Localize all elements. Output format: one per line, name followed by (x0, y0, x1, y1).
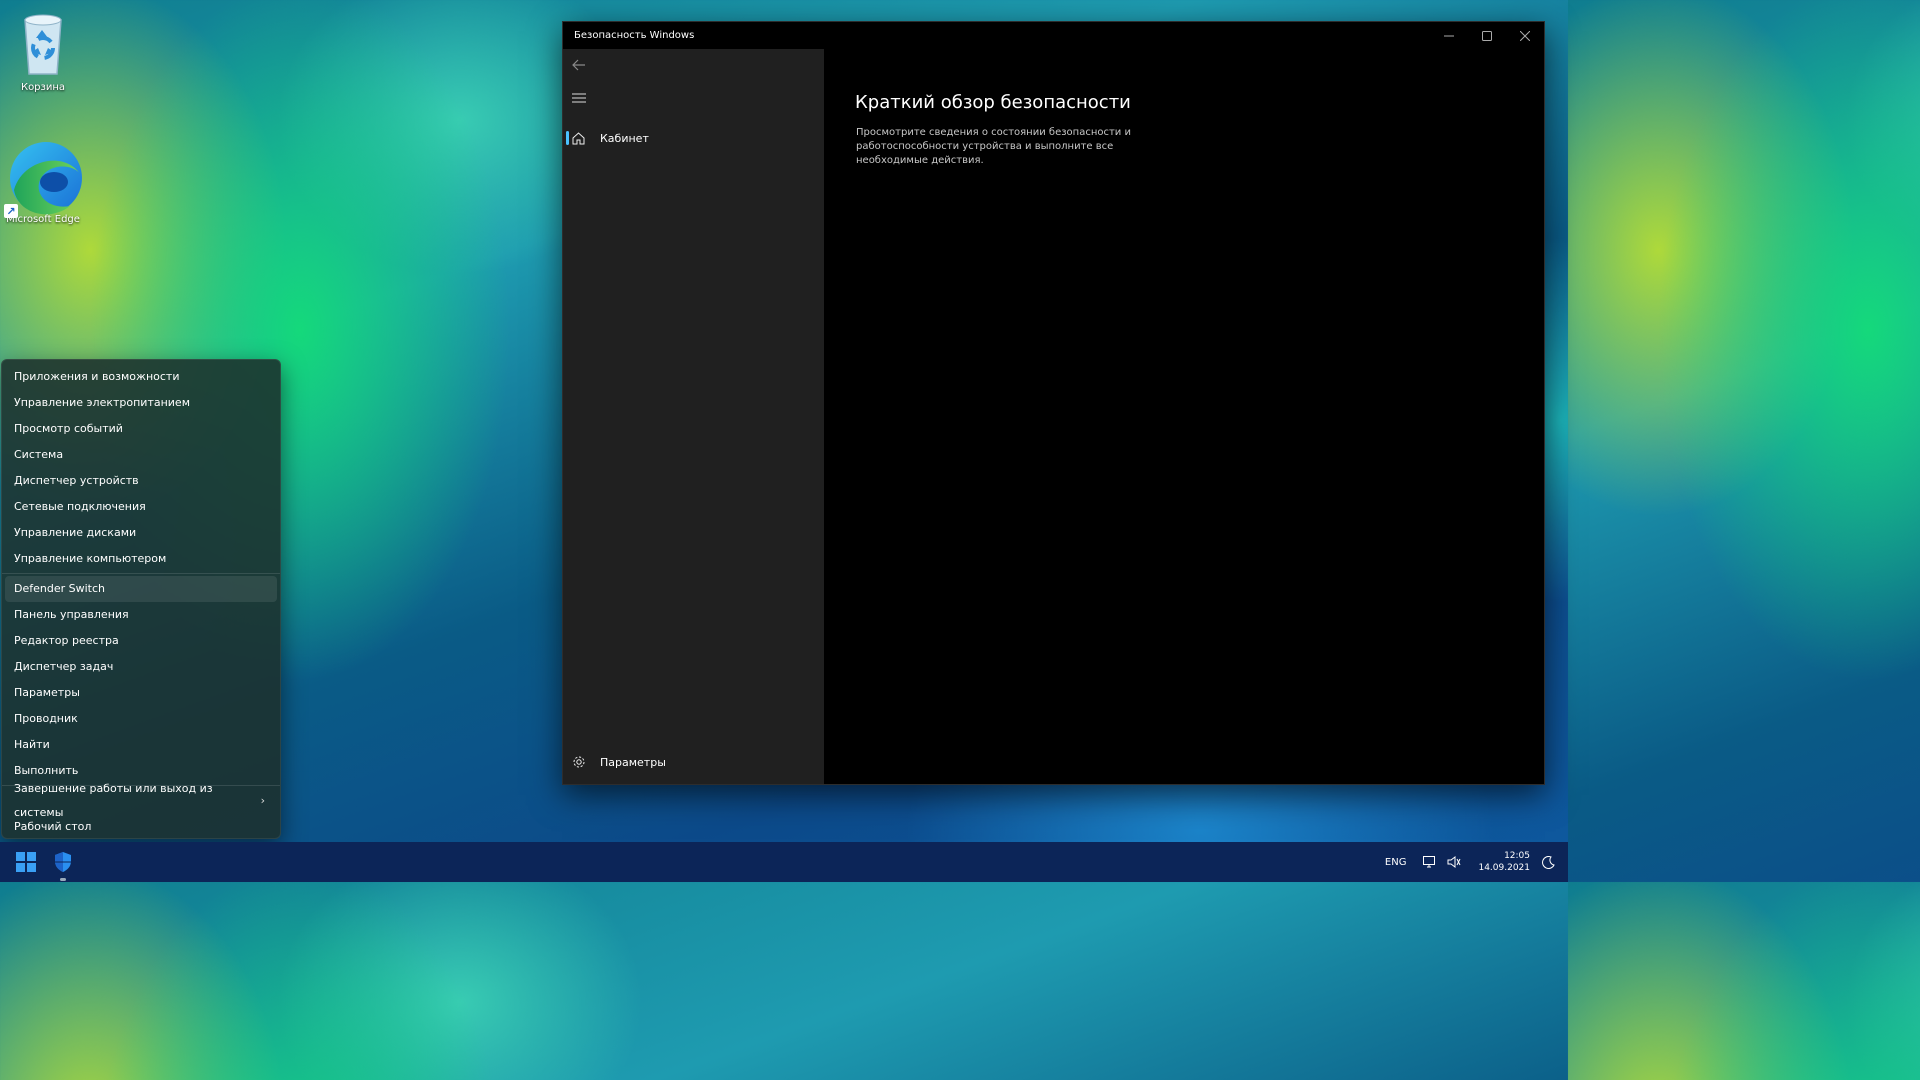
chevron-right-icon: › (260, 794, 265, 807)
volume-icon[interactable] (1444, 852, 1464, 872)
desktop-icon-edge[interactable]: ↗ Microsoft Edge (0, 140, 86, 225)
clock-time: 12:05 (1504, 851, 1530, 861)
home-icon (572, 131, 592, 145)
menu-item-file-explorer[interactable]: Проводник (5, 706, 277, 732)
edge-icon: ↗ (4, 140, 82, 218)
selection-indicator (566, 131, 569, 145)
windows-security-window: Безопасность Windows Кабинет Параметры К… (562, 21, 1545, 785)
menu-item-power-options[interactable]: Управление электропитанием (5, 390, 277, 416)
desktop-icon-recycle-bin[interactable]: Корзина (0, 8, 86, 93)
menu-item-control-panel[interactable]: Панель управления (5, 602, 277, 628)
page-title: Краткий обзор безопасности (855, 92, 1131, 113)
menu-item-defender-switch[interactable]: Defender Switch (5, 576, 277, 602)
navigation-pane: Кабинет Параметры (563, 49, 824, 784)
gear-icon (572, 755, 592, 769)
page-description: Просмотрите сведения о состоянии безопас… (856, 127, 1131, 166)
minimize-button[interactable] (1430, 22, 1468, 49)
menu-item-device-manager[interactable]: Диспетчер устройств (5, 468, 277, 494)
menu-item-computer-management[interactable]: Управление компьютером (5, 546, 277, 572)
windows-logo-icon (16, 852, 25, 861)
start-button[interactable] (16, 852, 36, 872)
network-icon[interactable] (1420, 852, 1440, 872)
menu-item-system[interactable]: Система (5, 442, 277, 468)
main-content: Краткий обзор безопасности Просмотрите с… (824, 49, 1544, 784)
maximize-icon (1482, 30, 1492, 41)
maximize-button[interactable] (1468, 22, 1506, 49)
power-user-menu: Приложения и возможности Управление элек… (1, 359, 281, 839)
hamburger-icon (572, 93, 586, 103)
close-icon (1520, 30, 1530, 41)
menu-divider (2, 573, 280, 574)
focus-assist-moon-icon[interactable] (1538, 855, 1558, 869)
nav-item-home[interactable]: Кабинет (566, 125, 821, 151)
hamburger-menu-button[interactable] (569, 88, 589, 108)
taskbar: ENG 12:05 14.09.2021 (0, 842, 1568, 882)
menu-item-registry-editor[interactable]: Редактор реестра (5, 628, 277, 654)
menu-item-event-viewer[interactable]: Просмотр событий (5, 416, 277, 442)
nav-item-label: Параметры (600, 755, 666, 769)
back-arrow-icon (572, 59, 585, 71)
clock-date: 14.09.2021 (1478, 863, 1530, 873)
taskbar-windows-security[interactable] (51, 850, 75, 874)
title-bar[interactable]: Безопасность Windows (563, 22, 1544, 49)
menu-item-settings[interactable]: Параметры (5, 680, 277, 706)
nav-item-label: Кабинет (600, 131, 649, 145)
recycle-bin-icon (8, 8, 78, 78)
nav-item-settings[interactable]: Параметры (566, 749, 821, 775)
menu-item-task-manager[interactable]: Диспетчер задач (5, 654, 277, 680)
back-button[interactable] (569, 55, 589, 75)
system-tray: ENG 12:05 14.09.2021 (1385, 842, 1568, 882)
active-app-indicator (60, 878, 66, 881)
shield-icon (55, 852, 71, 872)
clock[interactable]: 12:05 14.09.2021 (1478, 850, 1530, 874)
menu-item-apps-features[interactable]: Приложения и возможности (5, 364, 277, 390)
input-language[interactable]: ENG (1385, 857, 1407, 868)
minimize-icon (1444, 35, 1454, 36)
menu-item-network-connections[interactable]: Сетевые подключения (5, 494, 277, 520)
close-button[interactable] (1506, 22, 1544, 49)
window-title: Безопасность Windows (574, 30, 695, 41)
shortcut-arrow-icon: ↗ (4, 204, 18, 218)
desktop-icon-label: Корзина (20, 82, 66, 93)
menu-item-search[interactable]: Найти (5, 732, 277, 758)
menu-item-disk-management[interactable]: Управление дисками (5, 520, 277, 546)
menu-item-shutdown[interactable]: Завершение работы или выход из системы › (5, 782, 277, 819)
